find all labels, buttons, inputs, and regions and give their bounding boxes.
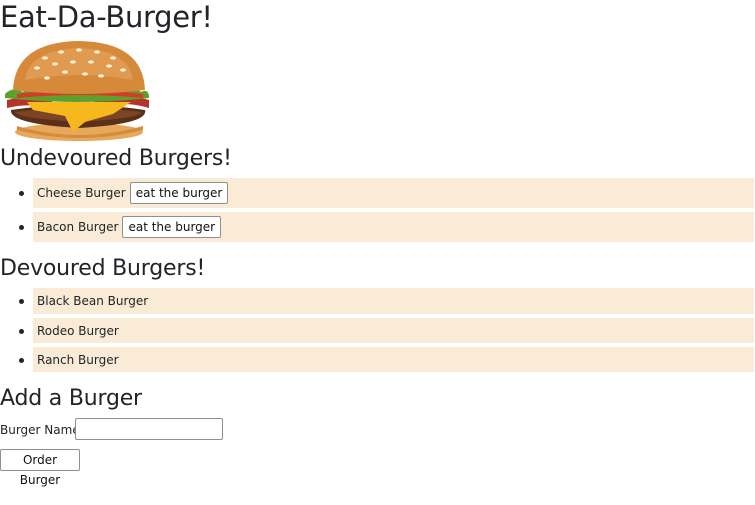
devoured-item: Black Bean Burger [19, 288, 754, 314]
bullet-icon [19, 328, 24, 334]
burger-name: Black Bean Burger [37, 294, 149, 308]
undevoured-item: Cheese Burger eat the burger [19, 178, 754, 208]
page: Eat-Da-Burger! Undevoured Burgers! Chees… [0, 0, 755, 505]
burger-name: Bacon Burger [37, 220, 119, 234]
bullet-icon [19, 225, 24, 230]
order-burger-button[interactable]: Order Burger [0, 449, 80, 487]
page-title: Eat-Da-Burger! [0, 0, 213, 34]
devoured-heading: Devoured Burgers! [0, 256, 206, 281]
burger-name: Ranch Burger [37, 352, 119, 367]
bullet-icon [19, 357, 24, 363]
eat-burger-button[interactable]: eat the burger [122, 216, 222, 238]
burger-name-label: Burger Name: [0, 423, 84, 437]
burger-name: Rodeo Burger [37, 323, 119, 338]
devoured-item: Rodeo Burger [19, 318, 754, 343]
undevoured-item: Bacon Burger eat the burger [19, 212, 754, 242]
bullet-icon [19, 299, 24, 304]
burger-name-input[interactable] [75, 418, 223, 440]
undevoured-heading: Undevoured Burgers! [0, 146, 232, 171]
eat-burger-button[interactable]: eat the burger [129, 182, 229, 204]
burger-name: Cheese Burger [37, 186, 126, 200]
burger-image [5, 41, 149, 141]
bullet-icon [19, 191, 24, 196]
add-burger-heading: Add a Burger [0, 386, 142, 411]
devoured-item: Ranch Burger [19, 347, 754, 372]
